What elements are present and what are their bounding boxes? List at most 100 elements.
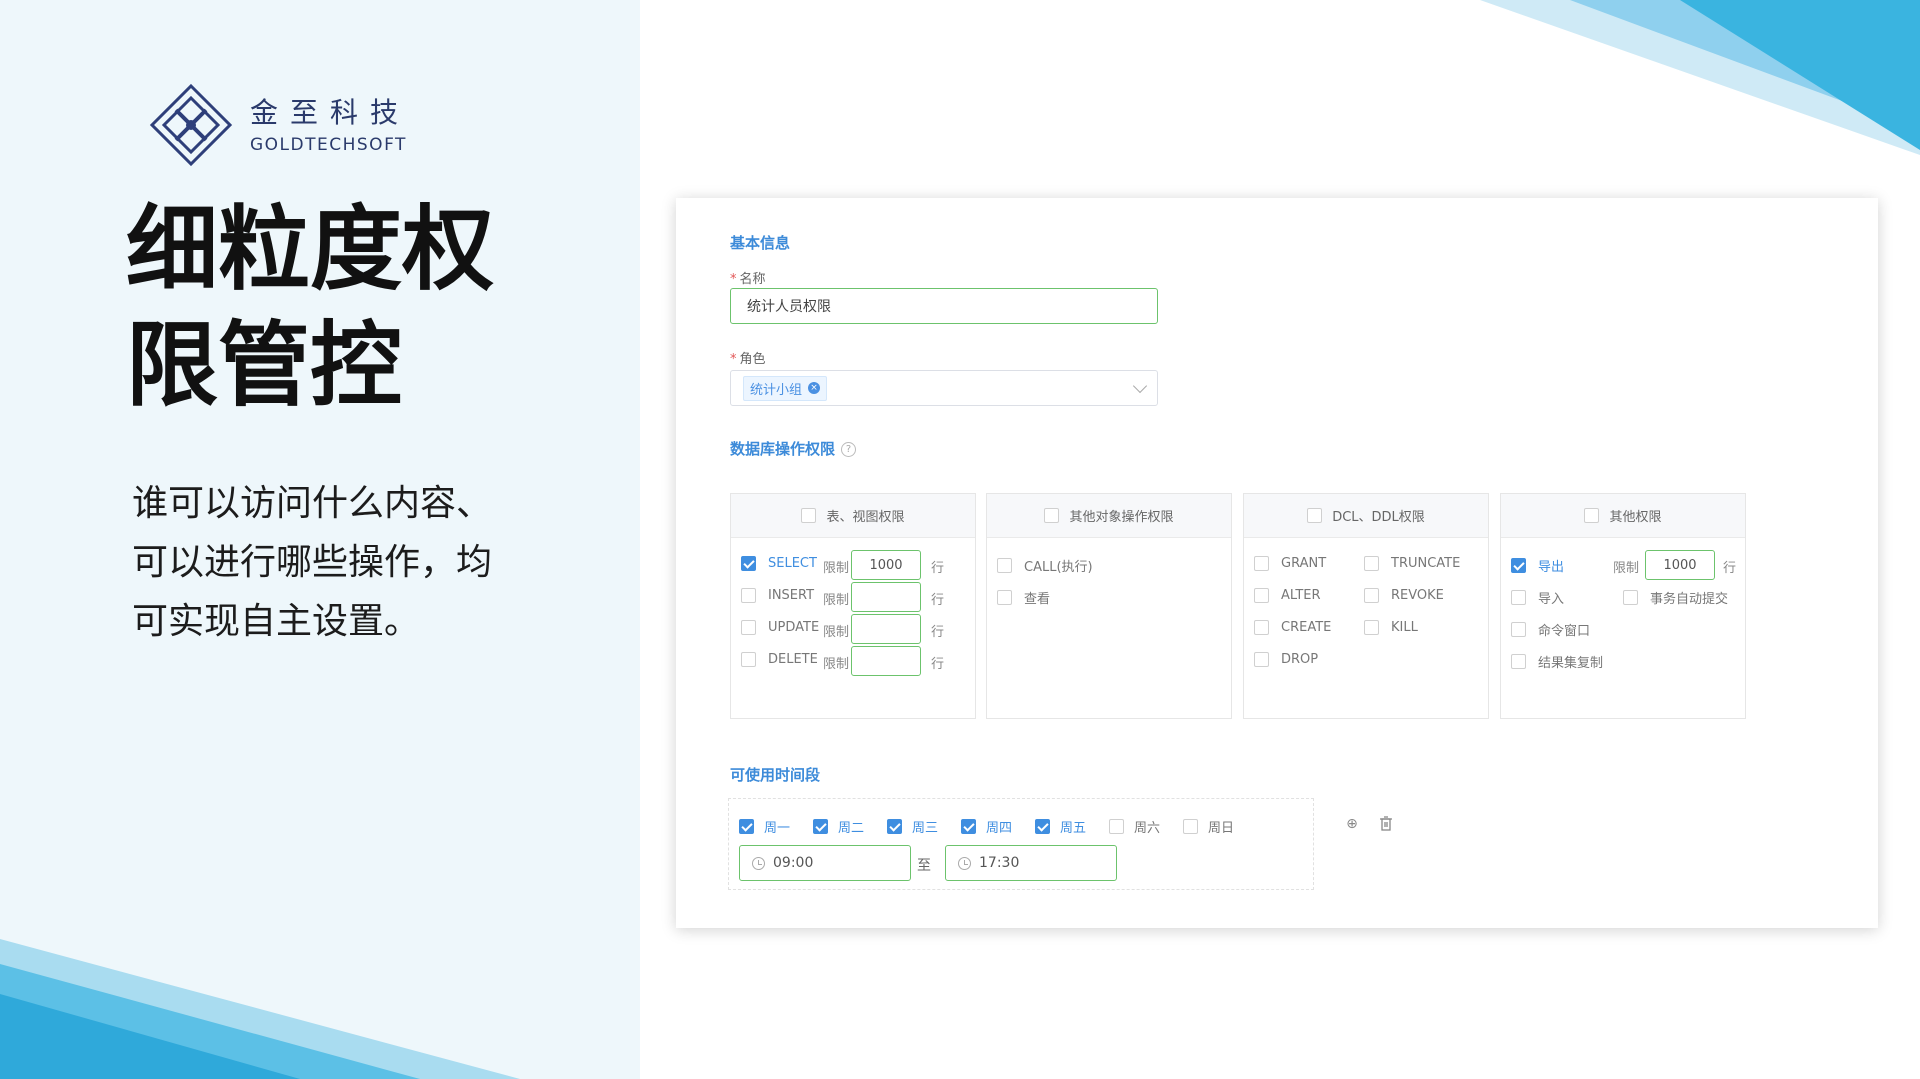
group-checkbox[interactable] bbox=[801, 508, 817, 523]
perm-select-row[interactable]: SELECT bbox=[741, 556, 817, 571]
row-unit: 行 bbox=[1723, 561, 1737, 576]
day-tue[interactable]: 周二 bbox=[813, 817, 864, 836]
perm-command-window-row[interactable]: 命令窗口 bbox=[1511, 620, 1590, 639]
checkbox-call[interactable] bbox=[997, 558, 1012, 573]
insert-limit-input[interactable] bbox=[851, 582, 921, 612]
select-limit-input[interactable]: 1000 bbox=[851, 550, 921, 580]
checkbox-insert[interactable] bbox=[741, 588, 756, 603]
other-object-permission-group: 其他对象操作权限 CALL(执行) 查看 bbox=[986, 493, 1232, 719]
start-time-input[interactable]: 09:00 bbox=[739, 845, 911, 881]
group-header: 其他权限 bbox=[1501, 494, 1745, 538]
perm-kill-row[interactable]: KILL bbox=[1364, 620, 1418, 635]
logo-name-en: GOLDTECHSOFT bbox=[250, 135, 407, 155]
update-limit-input[interactable] bbox=[851, 614, 921, 644]
perm-revoke-row[interactable]: REVOKE bbox=[1364, 588, 1444, 603]
end-time-input[interactable]: 17:30 bbox=[945, 845, 1117, 881]
perm-update-row[interactable]: UPDATE bbox=[741, 620, 819, 635]
perm-autocommit-row[interactable]: 事务自动提交 bbox=[1623, 588, 1728, 607]
basic-info-title: 基本信息 bbox=[730, 234, 791, 252]
row-unit: 行 bbox=[931, 657, 945, 672]
checkbox-grant[interactable] bbox=[1254, 556, 1269, 571]
limit-label: 限制 bbox=[823, 625, 850, 640]
checkbox-result-copy[interactable] bbox=[1511, 654, 1526, 669]
checkbox-export[interactable] bbox=[1511, 558, 1526, 573]
logo-mark-icon bbox=[149, 83, 233, 167]
role-select[interactable]: 统计小组 × bbox=[730, 370, 1158, 406]
to-label: 至 bbox=[917, 858, 931, 874]
limit-label: 限制 bbox=[1613, 561, 1640, 576]
checkbox-tue[interactable] bbox=[813, 819, 828, 834]
perm-truncate-row[interactable]: TRUNCATE bbox=[1364, 556, 1460, 571]
perm-call-row[interactable]: CALL(执行) bbox=[997, 556, 1093, 575]
checkbox-fri[interactable] bbox=[1035, 819, 1050, 834]
clock-icon bbox=[958, 856, 971, 870]
day-sat[interactable]: 周六 bbox=[1109, 817, 1160, 836]
checkbox-update[interactable] bbox=[741, 620, 756, 635]
checkbox-drop[interactable] bbox=[1254, 652, 1269, 667]
checkbox-command-window[interactable] bbox=[1511, 622, 1526, 637]
checkbox-alter[interactable] bbox=[1254, 588, 1269, 603]
group-header: DCL、DDL权限 bbox=[1244, 494, 1488, 538]
group-checkbox[interactable] bbox=[1044, 508, 1060, 523]
row-unit: 行 bbox=[931, 561, 945, 576]
checkbox-mon[interactable] bbox=[739, 819, 754, 834]
checkbox-kill[interactable] bbox=[1364, 620, 1379, 635]
perm-view-row[interactable]: 查看 bbox=[997, 588, 1050, 607]
checkbox-view[interactable] bbox=[997, 590, 1012, 605]
add-circle-icon[interactable]: ⊕ bbox=[1344, 816, 1360, 832]
trash-icon[interactable] bbox=[1378, 816, 1394, 832]
checkbox-wed[interactable] bbox=[887, 819, 902, 834]
help-icon[interactable]: ? bbox=[841, 442, 857, 457]
checkbox-delete[interactable] bbox=[741, 652, 756, 667]
name-input[interactable]: 统计人员权限 bbox=[730, 288, 1158, 324]
clock-icon bbox=[752, 856, 765, 870]
name-field-label: * 名称 bbox=[730, 272, 766, 287]
headline: 细粒度权 限管控 bbox=[126, 192, 546, 424]
day-mon[interactable]: 周一 bbox=[739, 817, 790, 836]
perm-result-copy-row[interactable]: 结果集复制 bbox=[1511, 652, 1603, 671]
checkbox-revoke[interactable] bbox=[1364, 588, 1379, 603]
row-unit: 行 bbox=[931, 625, 945, 640]
perm-insert-row[interactable]: INSERT bbox=[741, 588, 814, 603]
top-right-decoration bbox=[1480, 0, 1920, 155]
tag-remove-icon[interactable]: × bbox=[808, 382, 821, 394]
checkbox-sat[interactable] bbox=[1109, 819, 1124, 834]
checkbox-import[interactable] bbox=[1511, 590, 1526, 605]
logo-name-cn: 金至科技 bbox=[250, 96, 411, 129]
limit-label: 限制 bbox=[823, 561, 850, 576]
day-wed[interactable]: 周三 bbox=[887, 817, 938, 836]
company-logo: 金至科技 GOLDTECHSOFT bbox=[148, 82, 410, 168]
time-period-box: 周一 周二 周三 周四 周五 周六 周日 09:00 至 17:30 bbox=[728, 798, 1314, 890]
group-header: 表、视图权限 bbox=[731, 494, 975, 538]
limit-label: 限制 bbox=[823, 593, 850, 608]
description: 谁可以访问什么内容、 可以进行哪些操作，均 可实现自主设置。 bbox=[132, 474, 532, 651]
perm-import-row[interactable]: 导入 bbox=[1511, 588, 1564, 607]
checkbox-thu[interactable] bbox=[961, 819, 976, 834]
day-fri[interactable]: 周五 bbox=[1035, 817, 1086, 836]
checkbox-select[interactable] bbox=[741, 556, 756, 571]
description-line-2: 可以进行哪些操作，均 bbox=[132, 542, 493, 583]
db-permission-title: 数据库操作权限? bbox=[730, 438, 857, 459]
perm-delete-row[interactable]: DELETE bbox=[741, 652, 818, 667]
perm-drop-row[interactable]: DROP bbox=[1254, 652, 1318, 667]
export-limit-input[interactable]: 1000 bbox=[1645, 550, 1715, 580]
day-thu[interactable]: 周四 bbox=[961, 817, 1012, 836]
checkbox-create[interactable] bbox=[1254, 620, 1269, 635]
checkbox-sun[interactable] bbox=[1183, 819, 1198, 834]
time-period-title: 可使用时间段 bbox=[730, 766, 821, 784]
delete-limit-input[interactable] bbox=[851, 646, 921, 676]
group-checkbox[interactable] bbox=[1307, 508, 1323, 523]
checkbox-autocommit[interactable] bbox=[1623, 590, 1638, 605]
limit-label: 限制 bbox=[823, 657, 850, 672]
headline-line-1: 细粒度权 bbox=[126, 196, 495, 303]
perm-create-row[interactable]: CREATE bbox=[1254, 620, 1331, 635]
description-line-3: 可实现自主设置。 bbox=[132, 601, 421, 642]
other-permission-group: 其他权限 导出 限制 1000 行 导入 事务自动提交 命令窗口 结果集复制 bbox=[1500, 493, 1746, 719]
perm-export-row[interactable]: 导出 bbox=[1511, 556, 1564, 575]
perm-alter-row[interactable]: ALTER bbox=[1254, 588, 1321, 603]
group-checkbox[interactable] bbox=[1584, 508, 1600, 523]
perm-grant-row[interactable]: GRANT bbox=[1254, 556, 1326, 571]
checkbox-truncate[interactable] bbox=[1364, 556, 1379, 571]
day-sun[interactable]: 周日 bbox=[1183, 817, 1234, 836]
table-view-permission-group: 表、视图权限 SELECT 限制 1000 行 INSERT 限制 行 UPDA… bbox=[730, 493, 976, 719]
